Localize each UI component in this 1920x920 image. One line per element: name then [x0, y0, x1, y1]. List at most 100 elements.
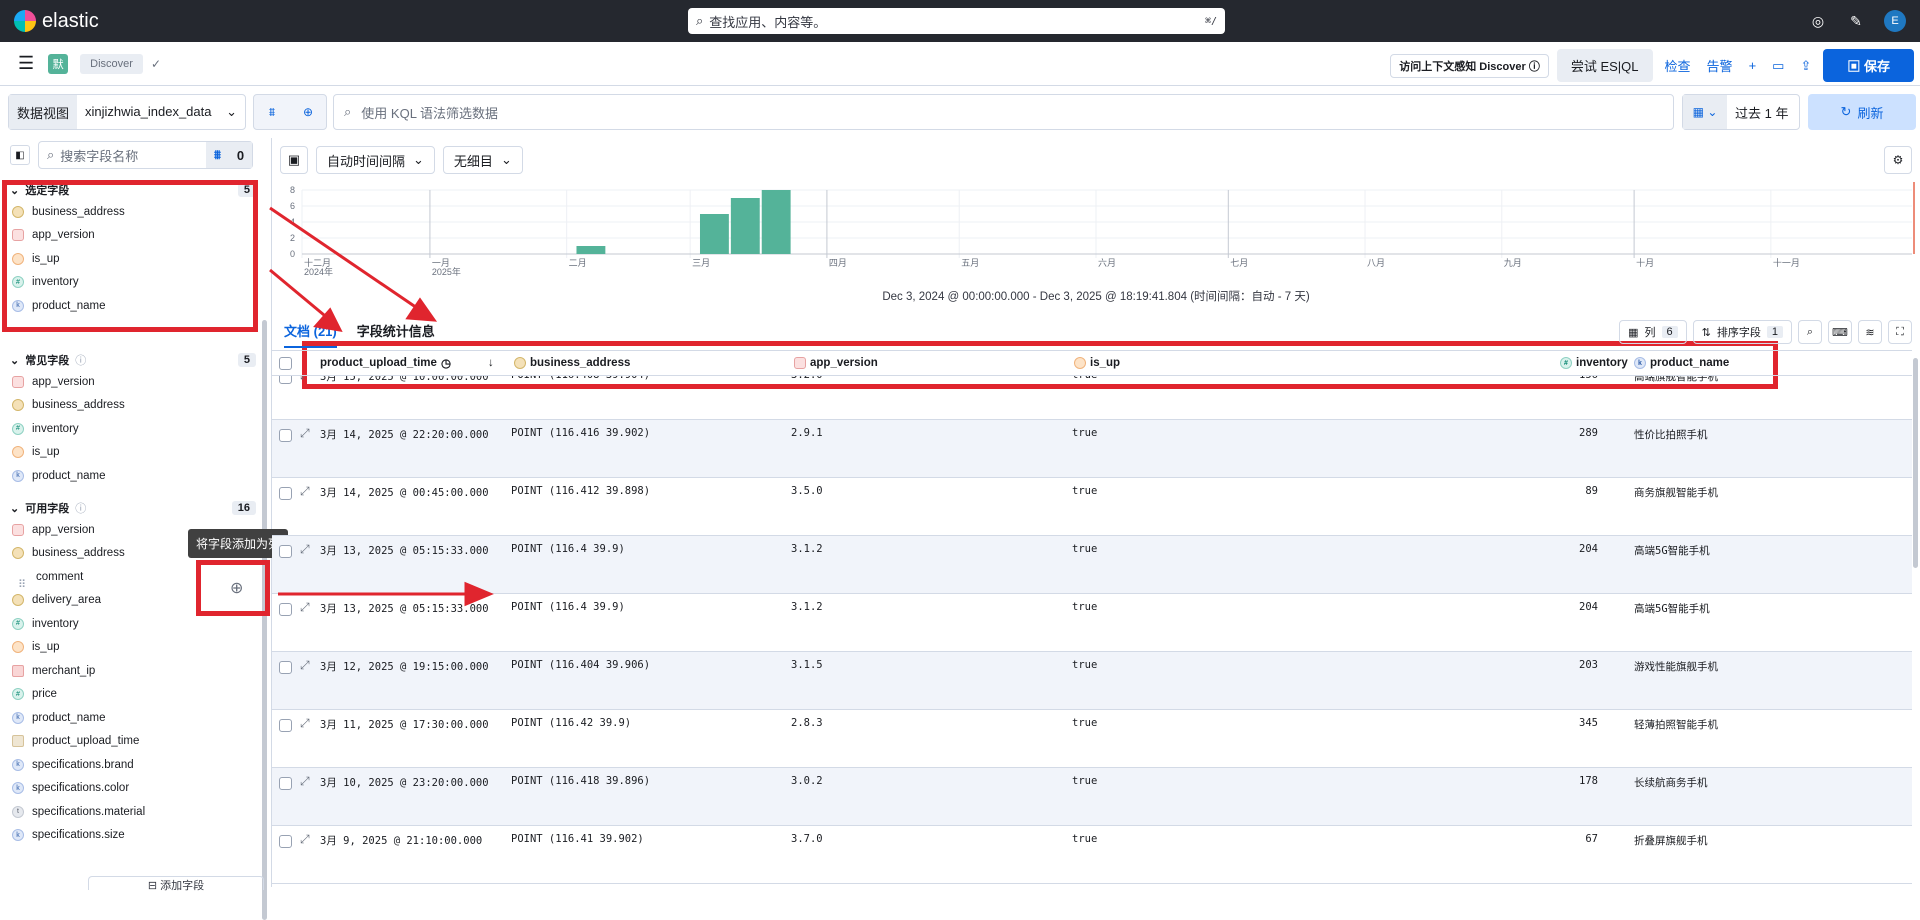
expand-row-icon[interactable]: ⤢: [300, 484, 310, 499]
sidebar-field-is_up[interactable]: is_up: [10, 636, 256, 660]
sidebar-field-comment[interactable]: comment: [10, 565, 256, 589]
news-feed-icon[interactable]: ✎: [1846, 11, 1866, 31]
sidebar-field-business_address[interactable]: business_address: [10, 394, 256, 418]
sort-button[interactable]: ⇅ 排序字段 1: [1692, 320, 1792, 344]
search-icon[interactable]: ⌕: [1798, 320, 1822, 344]
expand-row-icon[interactable]: ⤢: [300, 774, 310, 789]
row-checkbox[interactable]: [279, 487, 292, 500]
sidebar-field-specifications.size[interactable]: k specifications.size: [10, 824, 256, 848]
sidebar-field-specifications.color[interactable]: k specifications.color: [10, 777, 256, 801]
table-row[interactable]: ⤢ 3月 13, 2025 @ 05:15:33.000 POINT (116.4 …: [272, 536, 1912, 594]
sidebar-field-product_upload_time[interactable]: product_upload_time: [10, 730, 256, 754]
user-avatar[interactable]: E: [1884, 10, 1906, 32]
global-search-input[interactable]: ⌕ 查找应用、内容等。 ⌘/: [688, 8, 1225, 34]
column-header-business_address[interactable]: business_address: [514, 351, 630, 375]
elastic-logo[interactable]: elastic: [14, 10, 99, 33]
sidebar-field-business_address[interactable]: business_address: [10, 200, 256, 224]
row-checkbox[interactable]: [279, 835, 292, 848]
chevron-down-icon[interactable]: ⌄: [10, 354, 19, 367]
chevron-down-icon[interactable]: ⌄: [10, 502, 19, 515]
sidebar-field-price[interactable]: # price: [10, 683, 256, 707]
collapse-sidebar-icon[interactable]: ◧: [10, 145, 30, 165]
add-field-plus-icon[interactable]: ⊕: [230, 578, 243, 598]
calendar-icon[interactable]: ▦ ⌄: [1683, 95, 1728, 129]
expand-row-icon[interactable]: ⤢: [300, 542, 310, 557]
breakdown-select[interactable]: 无细目 ⌄: [442, 146, 523, 174]
table-row[interactable]: ⤢ 3月 15, 2025 @ 10:00:00.000 POINT (116.40…: [272, 376, 1912, 420]
sidebar-field-inventory[interactable]: # inventory: [10, 612, 256, 636]
row-checkbox[interactable]: [279, 719, 292, 732]
table-scrollbar[interactable]: [1913, 358, 1918, 568]
row-checkbox[interactable]: [279, 777, 292, 790]
sidebar-scrollbar[interactable]: [262, 320, 267, 920]
expand-row-icon[interactable]: ⤢: [300, 832, 310, 847]
sort-desc-icon[interactable]: ↓: [488, 351, 494, 375]
sidebar-field-product_name[interactable]: k product_name: [10, 706, 256, 730]
sidebar-field-app_version[interactable]: app_version: [10, 224, 256, 248]
row-checkbox[interactable]: [279, 545, 292, 558]
kql-search-input[interactable]: ⌕ 使用 KQL 语法筛选数据: [333, 94, 1675, 130]
field-search-input[interactable]: ⌕ 搜索字段名称 ⩩ 0: [38, 141, 253, 169]
expand-row-icon[interactable]: ⤢: [300, 716, 310, 731]
columns-button[interactable]: ▦ 列6: [1619, 320, 1687, 344]
sidebar-field-inventory[interactable]: # inventory: [10, 417, 256, 441]
table-row[interactable]: ⤢ 3月 14, 2025 @ 00:45:00.000 POINT (116.41…: [272, 478, 1912, 536]
row-checkbox[interactable]: [279, 661, 292, 674]
column-header-product_upload_time[interactable]: product_upload_time ◷: [320, 351, 451, 375]
context-aware-discover-button[interactable]: 访问上下文感知 Discover ⓘ: [1390, 53, 1549, 78]
field-filter-button[interactable]: ⩩ 0: [206, 142, 252, 168]
expand-row-icon[interactable]: ⤢: [300, 376, 310, 383]
sidebar-field-product_name[interactable]: k product_name: [10, 464, 256, 488]
select-all-checkbox[interactable]: [279, 356, 292, 370]
row-checkbox[interactable]: [279, 429, 292, 442]
row-checkbox[interactable]: [279, 376, 292, 384]
row-checkbox[interactable]: [279, 603, 292, 616]
sidebar-field-is_up[interactable]: is_up: [10, 247, 256, 271]
space-avatar[interactable]: 默: [48, 53, 69, 74]
table-row[interactable]: ⤢ 3月 11, 2025 @ 17:30:00.000 POINT (116.42…: [272, 710, 1912, 768]
sidebar-field-inventory[interactable]: # inventory: [10, 271, 256, 295]
table-row[interactable]: ⤢ 3月 9, 2025 @ 21:10:00.000 POINT (116.41 …: [272, 826, 1912, 884]
chevron-down-icon[interactable]: ⌄: [10, 184, 19, 197]
breadcrumb[interactable]: Discover: [80, 53, 143, 74]
dataview-picker[interactable]: 数据视图 xinjizhwia_index_data ⌄: [8, 94, 247, 130]
chart-options-icon[interactable]: ⚙: [1884, 146, 1912, 174]
filter-icon[interactable]: ⩩: [254, 95, 290, 129]
open-folder-icon[interactable]: ▭: [1768, 58, 1788, 74]
share-icon[interactable]: ⇪: [1796, 58, 1815, 74]
add-filter-icon[interactable]: ⊕: [290, 95, 326, 129]
refresh-button[interactable]: ↻ 刷新: [1808, 94, 1917, 130]
date-picker[interactable]: ▦ ⌄ 过去 1 年: [1682, 94, 1801, 130]
table-row[interactable]: ⤢ 3月 13, 2025 @ 05:15:33.000 POINT (116.4 …: [272, 594, 1912, 652]
column-header-is_up[interactable]: is_up: [1074, 351, 1120, 375]
fullscreen-icon[interactable]: ⛶: [1888, 320, 1912, 344]
sidebar-field-app_version[interactable]: app_version: [10, 370, 256, 394]
new-icon[interactable]: +: [1745, 58, 1761, 73]
inspect-link[interactable]: 检查: [1661, 56, 1695, 75]
expand-row-icon[interactable]: ⤢: [300, 600, 310, 615]
column-header-inventory[interactable]: # inventory: [1560, 351, 1628, 375]
table-row[interactable]: ⤢ 3月 10, 2025 @ 23:20:00.000 POINT (116.41…: [272, 768, 1912, 826]
keyboard-icon[interactable]: ⌨: [1828, 320, 1852, 344]
menu-icon[interactable]: ☰: [18, 53, 34, 74]
add-field-button[interactable]: ⊟ 添加字段: [88, 876, 264, 892]
interval-select[interactable]: 自动时间间隔 ⌄: [316, 146, 435, 174]
sidebar-field-product_name[interactable]: k product_name: [10, 294, 256, 318]
column-header-product_name[interactable]: k product_name: [1634, 351, 1729, 375]
drag-handle-icon[interactable]: ⠿: [18, 578, 26, 591]
expand-row-icon[interactable]: ⤢: [300, 426, 310, 441]
calendar-icon[interactable]: ▣: [280, 146, 308, 174]
sidebar-field-is_up[interactable]: is_up: [10, 441, 256, 465]
try-esql-button[interactable]: 尝试 ES|QL: [1556, 49, 1653, 82]
tab-field-statistics[interactable]: 字段统计信息: [357, 321, 435, 348]
help-icon[interactable]: ◎: [1808, 11, 1828, 31]
sidebar-field-specifications.brand[interactable]: k specifications.brand: [10, 753, 256, 777]
display-options-icon[interactable]: ≋: [1858, 320, 1882, 344]
table-row[interactable]: ⤢ 3月 12, 2025 @ 19:15:00.000 POINT (116.40…: [272, 652, 1912, 710]
column-header-app_version[interactable]: app_version: [794, 351, 878, 375]
expand-row-icon[interactable]: ⤢: [300, 658, 310, 673]
tab-documents[interactable]: 文档 (21): [284, 321, 337, 348]
sidebar-field-merchant_ip[interactable]: merchant_ip: [10, 659, 256, 683]
table-row[interactable]: ⤢ 3月 14, 2025 @ 22:20:00.000 POINT (116.41…: [272, 420, 1912, 478]
alerts-link[interactable]: 告警: [1703, 56, 1737, 75]
